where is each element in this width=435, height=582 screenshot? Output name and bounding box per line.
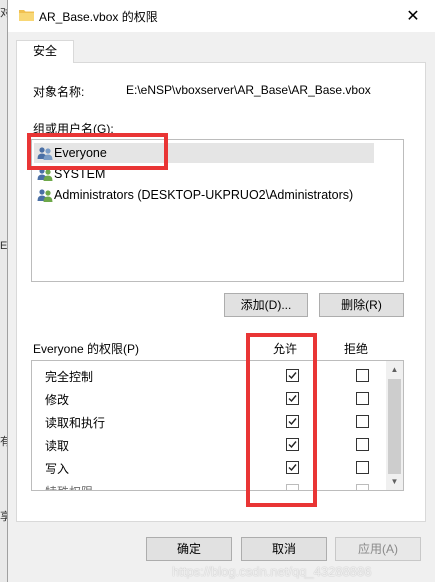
close-button[interactable]: ✕ xyxy=(390,0,435,32)
permission-row: 读取 xyxy=(32,433,382,456)
permission-name: 特殊权限 xyxy=(45,483,93,490)
permission-row: 读取和执行 xyxy=(32,410,382,433)
window-title: AR_Base.vbox 的权限 xyxy=(39,10,158,24)
scroll-down-icon[interactable]: ▼ xyxy=(386,473,403,490)
permission-name: 读取和执行 xyxy=(45,416,106,430)
deny-column-header: 拒绝 xyxy=(344,342,369,356)
permission-row: 写入 xyxy=(32,456,382,479)
object-name-label: 对象名称: xyxy=(33,85,85,99)
permission-name: 读取 xyxy=(45,439,70,453)
list-item-administrators[interactable]: Administrators (DESKTOP-UKPRUO2\Administ… xyxy=(34,185,359,205)
apply-button[interactable]: 应用(A) xyxy=(335,537,421,561)
permissions-list[interactable]: 完全控制修改读取和执行读取写入特殊权限 ▲ ▼ xyxy=(31,360,404,491)
highlight-everyone-annotation xyxy=(27,133,168,170)
permissions-label: Everyone 的权限(P) xyxy=(33,342,140,356)
remove-button[interactable]: 删除(R) xyxy=(319,293,404,317)
permission-name: 修改 xyxy=(45,393,70,407)
deny-checkbox[interactable] xyxy=(356,484,369,490)
permission-name: 完全控制 xyxy=(45,370,94,384)
close-icon: ✕ xyxy=(406,8,420,25)
highlight-allow-annotation xyxy=(246,333,317,507)
cancel-button[interactable]: 取消 xyxy=(241,537,327,561)
scroll-thumb[interactable] xyxy=(388,379,401,474)
deny-checkbox[interactable] xyxy=(356,438,369,451)
deny-checkbox[interactable] xyxy=(356,392,369,405)
deny-checkbox[interactable] xyxy=(356,369,369,382)
object-name-value: E:\eNSP\vboxserver\AR_Base\AR_Base.vbox xyxy=(126,83,371,97)
scroll-up-icon[interactable]: ▲ xyxy=(386,361,403,378)
title-bar: AR_Base.vbox 的权限 ✕ xyxy=(8,0,435,32)
ok-button[interactable]: 确定 xyxy=(146,537,232,561)
permission-row: 修改 xyxy=(32,387,382,410)
tab-security[interactable]: 安全 xyxy=(16,40,74,63)
deny-checkbox[interactable] xyxy=(356,461,369,474)
deny-checkbox[interactable] xyxy=(356,415,369,428)
permission-row: 完全控制 xyxy=(32,364,382,387)
add-button[interactable]: 添加(D)... xyxy=(224,293,308,317)
folder-icon xyxy=(19,10,34,21)
list-item-label: Administrators (DESKTOP-UKPRUO2\Administ… xyxy=(54,188,354,202)
permissions-dialog: AR_Base.vbox 的权限 ✕ 安全 对象名称: E:\eNSP\vbox… xyxy=(7,0,435,582)
permission-row: 特殊权限 xyxy=(32,479,382,490)
permission-name: 写入 xyxy=(45,462,70,476)
permissions-scrollbar[interactable]: ▲ ▼ xyxy=(386,361,403,490)
watermark-text: https://blog.csdn.net/qq_43288886 xyxy=(172,564,372,579)
user-group-icon xyxy=(37,189,53,202)
